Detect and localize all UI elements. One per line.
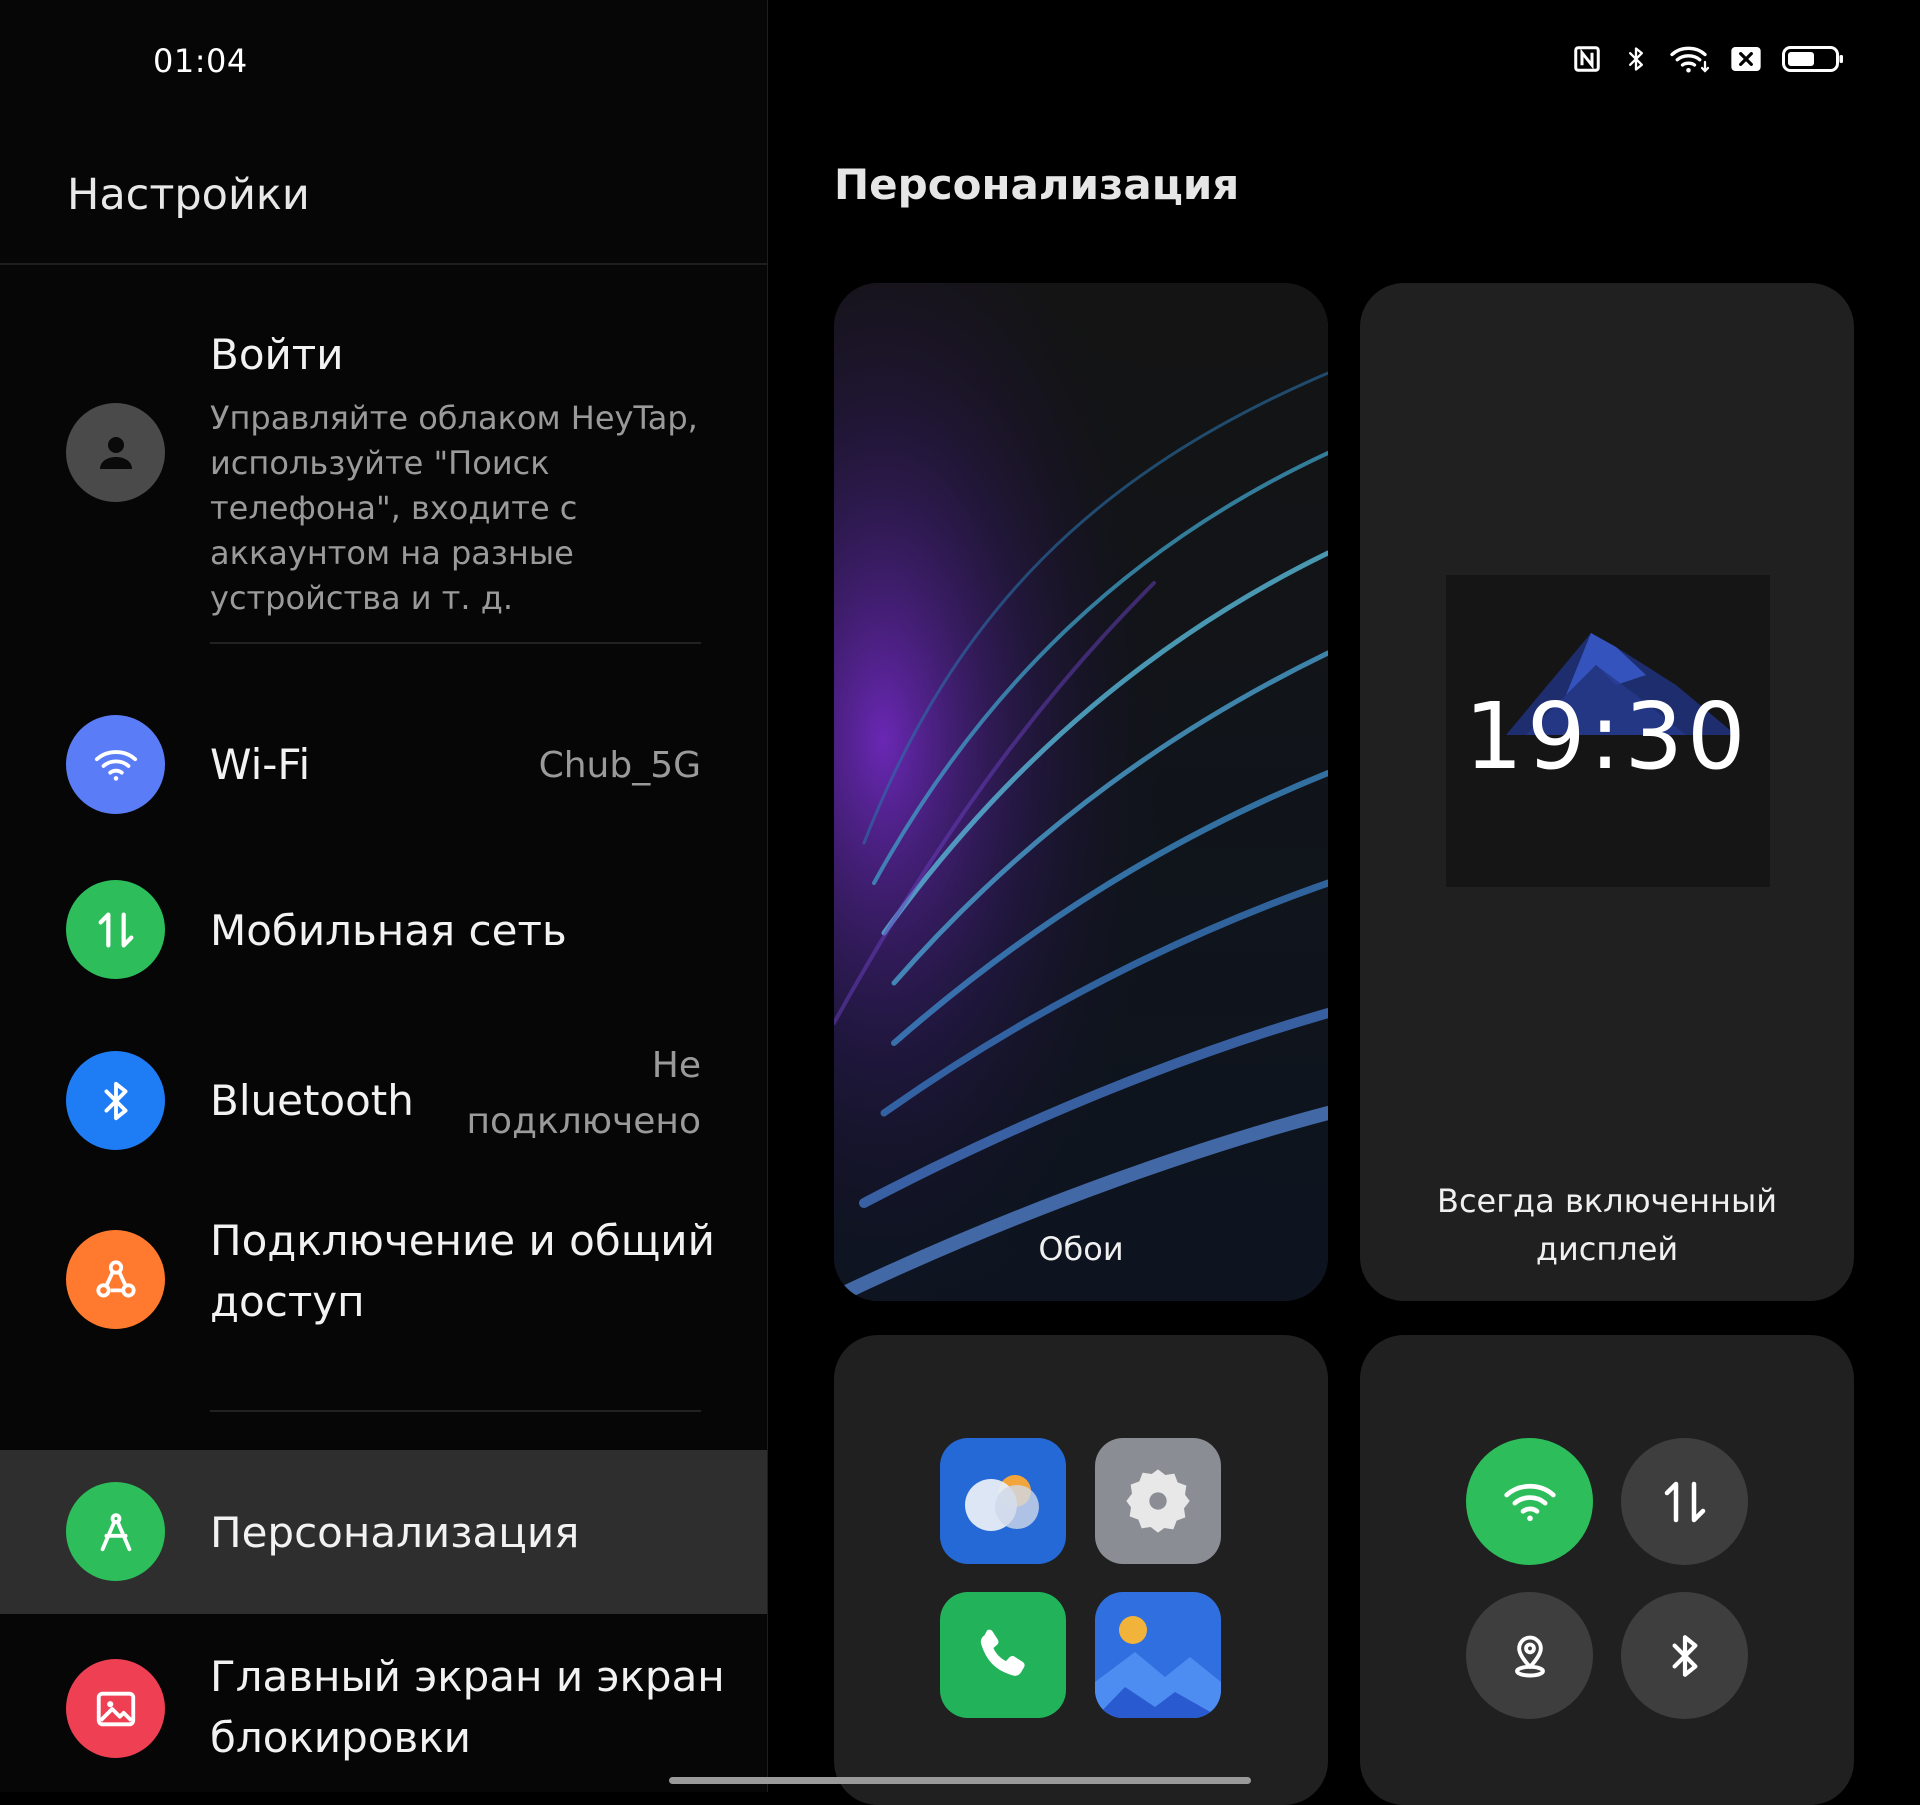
bluetooth-status-line1: Не — [651, 1045, 701, 1086]
sidebar-item-label-line1: Подключение и общий — [210, 1216, 715, 1265]
user-icon — [99, 436, 132, 469]
weather-app-icon — [940, 1438, 1066, 1564]
divider — [210, 642, 701, 644]
aod-label-line1: Всегда включенный — [1436, 1182, 1778, 1220]
nfc-icon — [1574, 46, 1600, 72]
wifi-icon — [66, 715, 165, 814]
always-on-display-card[interactable]: 19:30 Всегда включенный дисплей — [1360, 283, 1854, 1301]
qs-wifi-icon — [1466, 1438, 1593, 1565]
account-title: Войти — [210, 330, 344, 379]
sidebar-item-wifi[interactable]: Wi-Fi Chub_5G — [0, 700, 767, 830]
bluetooth-icon — [1629, 47, 1643, 71]
settings-sidebar: 01:04 Настройки Войти Управляйте облаком… — [0, 0, 767, 1792]
sidebar-item-label: Мобильная сеть — [210, 906, 567, 955]
icons-card[interactable] — [834, 1335, 1328, 1805]
sidebar-item-connection-sharing[interactable]: Подключение и общий доступ — [0, 1210, 767, 1350]
sidebar-item-bluetooth[interactable]: Bluetooth Не подключено — [0, 1036, 767, 1166]
pane-divider — [767, 0, 768, 1792]
battery-icon — [1782, 46, 1843, 72]
wallpaper-card[interactable]: Обои — [834, 283, 1328, 1301]
sidebar-item-mobile-network[interactable]: Мобильная сеть — [0, 866, 767, 996]
section-title: Персонализация — [834, 160, 1240, 209]
settings-app-icon — [1095, 1438, 1221, 1564]
home-lock-screen-icon — [66, 1659, 165, 1758]
bluetooth-icon — [66, 1051, 165, 1150]
phone-app-icon — [940, 1592, 1066, 1718]
personalization-icon — [66, 1482, 165, 1581]
connection-share-icon — [66, 1230, 165, 1329]
qs-bluetooth-icon — [1621, 1592, 1748, 1719]
wallpaper-label: Обои — [1038, 1230, 1124, 1268]
divider — [210, 1410, 701, 1412]
header-divider — [0, 263, 767, 265]
sidebar-item-label-line2: блокировки — [210, 1713, 471, 1762]
account-signin-item[interactable]: Войти Управляйте облаком HeyTap, использ… — [0, 320, 767, 617]
bluetooth-status-line2: подключено — [466, 1101, 702, 1142]
mobile-data-icon — [66, 880, 165, 979]
qs-mobile-data-icon — [1621, 1438, 1748, 1565]
status-bar-icons — [1572, 44, 1844, 74]
wallpaper-preview — [834, 283, 1328, 1301]
sidebar-item-label: Персонализация — [210, 1508, 580, 1557]
aod-label-line2: дисплей — [1535, 1230, 1679, 1268]
sidebar-item-home-lock-screen[interactable]: Главный экран и экран блокировки — [0, 1640, 767, 1792]
sidebar-item-label-line1: Главный экран и экран — [210, 1652, 725, 1701]
status-time: 01:04 — [153, 42, 248, 80]
sidebar-item-personalization[interactable]: Персонализация — [0, 1450, 767, 1614]
account-description: Управляйте облаком HeyTap, используйте "… — [210, 399, 698, 617]
sidebar-item-label-line2: доступ — [210, 1277, 365, 1326]
no-sim-icon — [1731, 47, 1761, 71]
wifi-network-name: Chub_5G — [538, 745, 701, 786]
wifi-icon — [1670, 46, 1710, 73]
quick-settings-card[interactable] — [1360, 1335, 1854, 1805]
sidebar-item-label: Wi-Fi — [210, 740, 311, 789]
avatar — [66, 403, 165, 502]
home-indicator[interactable] — [669, 1777, 1251, 1784]
page-title: Настройки — [67, 170, 310, 220]
sidebar-item-label: Bluetooth — [210, 1076, 414, 1125]
gallery-app-icon — [1095, 1592, 1221, 1718]
aod-clock: 19:30 — [1464, 683, 1750, 790]
qs-location-icon — [1466, 1592, 1593, 1719]
